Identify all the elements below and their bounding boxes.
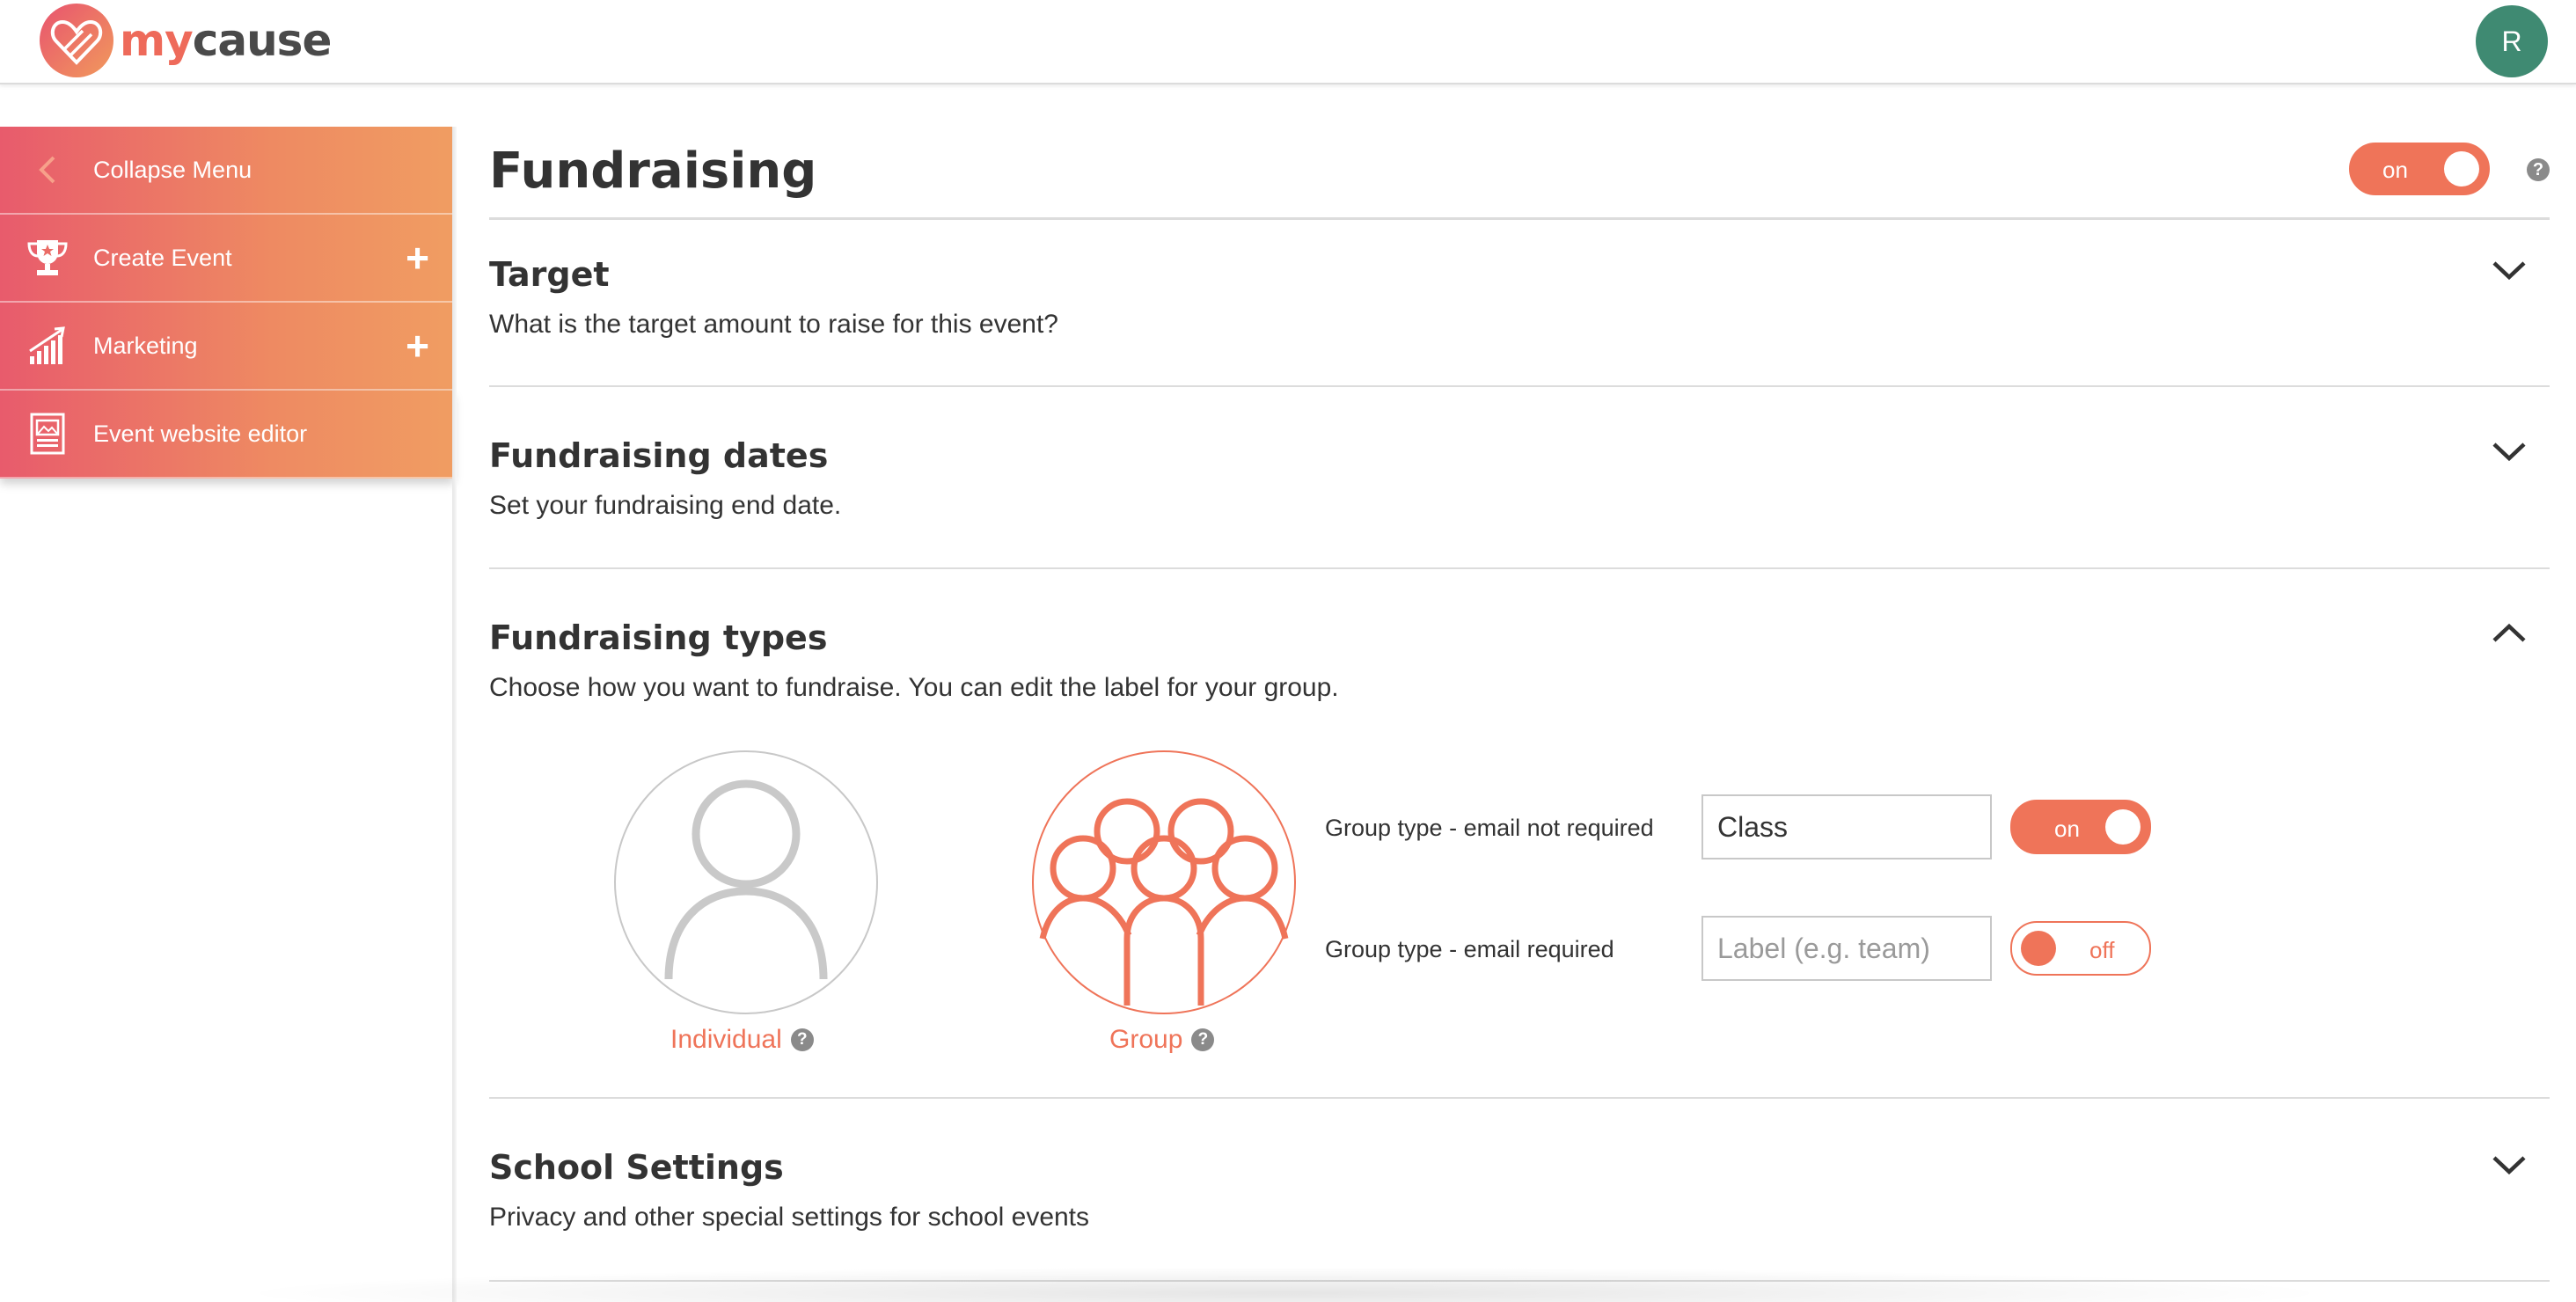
- sidebar-item-label: Event website editor: [93, 420, 308, 447]
- section-target[interactable]: Target What is the target amount to rais…: [489, 220, 2550, 387]
- sidebar-item-collapse-menu[interactable]: Collapse Menu: [0, 127, 454, 215]
- section-fundraising-dates[interactable]: Fundraising dates Set your fundraising e…: [489, 387, 2550, 569]
- sidebar-divider: [452, 127, 457, 1302]
- group-type-label-input[interactable]: [1701, 794, 1992, 859]
- section-title: Fundraising types: [489, 618, 828, 657]
- logo-my: my: [120, 15, 194, 66]
- sidebar-item-marketing[interactable]: Marketing +: [0, 303, 454, 391]
- plus-icon[interactable]: +: [406, 238, 429, 278]
- chevron-down-icon[interactable]: [2490, 438, 2528, 464]
- chevron-down-icon[interactable]: [2490, 1152, 2528, 1178]
- individual-type-option[interactable]: [614, 750, 878, 1014]
- bottom-shadow: [229, 1267, 2340, 1302]
- avatar-initial: R: [2501, 25, 2522, 57]
- section-school-settings[interactable]: School Settings Privacy and other specia…: [489, 1099, 2550, 1282]
- toggle-knob: [2021, 931, 2056, 966]
- toggle-label: on: [2054, 816, 2080, 842]
- website-editor-icon: [23, 409, 72, 458]
- toggle-knob: [2444, 151, 2479, 187]
- sidebar-item-label: Create Event: [93, 244, 232, 271]
- main-content: Fundraising on ? Target What is the targ…: [489, 127, 2550, 1282]
- person-icon: [664, 779, 828, 980]
- sidebar-item-label: Marketing: [93, 332, 198, 359]
- mycause-logo[interactable]: mycause: [37, 0, 332, 81]
- user-avatar[interactable]: R: [2476, 5, 2548, 77]
- chevron-left-icon: [23, 145, 72, 194]
- section-description: What is the target amount to raise for t…: [489, 310, 1058, 339]
- group-type-email-not-required-label: Group type - email not required: [1325, 815, 1654, 841]
- group-type-email-required-toggle[interactable]: off: [2010, 921, 2151, 976]
- group-type-email-not-required-toggle[interactable]: on: [2010, 800, 2151, 854]
- growth-chart-icon: [23, 321, 72, 370]
- help-icon[interactable]: ?: [790, 1028, 814, 1051]
- individual-label: Individual ?: [670, 1025, 814, 1055]
- sidebar-item-create-event[interactable]: Create Event +: [0, 215, 454, 303]
- chevron-down-icon[interactable]: [2490, 257, 2528, 283]
- plus-icon[interactable]: +: [406, 326, 429, 366]
- group-label: Group ?: [1109, 1025, 1215, 1055]
- sidebar-item-event-website-editor[interactable]: Event website editor: [0, 391, 454, 479]
- sidebar-item-label: Collapse Menu: [93, 156, 252, 183]
- toggle-knob: [2105, 809, 2141, 845]
- toggle-label: off: [2089, 937, 2115, 963]
- logo-cause: cause: [192, 15, 333, 66]
- group-icon: [1039, 798, 1289, 1006]
- chevron-up-icon[interactable]: [2490, 620, 2528, 647]
- heart-logo-icon: [40, 4, 113, 77]
- section-title: Target: [489, 255, 610, 294]
- individual-label-text: Individual: [670, 1025, 782, 1054]
- page-title: Fundraising: [489, 143, 817, 200]
- section-description: Choose how you want to fundraise. You ca…: [489, 673, 1339, 702]
- logo-wordmark: mycause: [120, 18, 332, 62]
- toggle-label: on: [2382, 157, 2408, 183]
- trophy-icon: [23, 233, 72, 282]
- section-description: Privacy and other special settings for s…: [489, 1203, 1090, 1232]
- help-icon[interactable]: ?: [2527, 158, 2550, 181]
- group-type-team-label-input[interactable]: [1701, 916, 1992, 981]
- section-title: School Settings: [489, 1148, 784, 1187]
- section-description: Set your fundraising end date.: [489, 491, 842, 520]
- group-type-option[interactable]: [1032, 750, 1296, 1014]
- help-icon[interactable]: ?: [1191, 1028, 1215, 1051]
- fundraising-toggle[interactable]: on: [2349, 143, 2490, 195]
- section-title: Fundraising dates: [489, 436, 829, 475]
- page-header: Fundraising on ?: [489, 127, 2550, 220]
- section-fundraising-types: Fundraising types Choose how you want to…: [489, 569, 2550, 1099]
- group-type-email-required-label: Group type - email required: [1325, 936, 1614, 962]
- top-header: mycause R: [0, 0, 2576, 84]
- sidebar: Collapse Menu Create Event + Marketing +…: [0, 127, 454, 479]
- group-label-text: Group: [1109, 1025, 1183, 1054]
